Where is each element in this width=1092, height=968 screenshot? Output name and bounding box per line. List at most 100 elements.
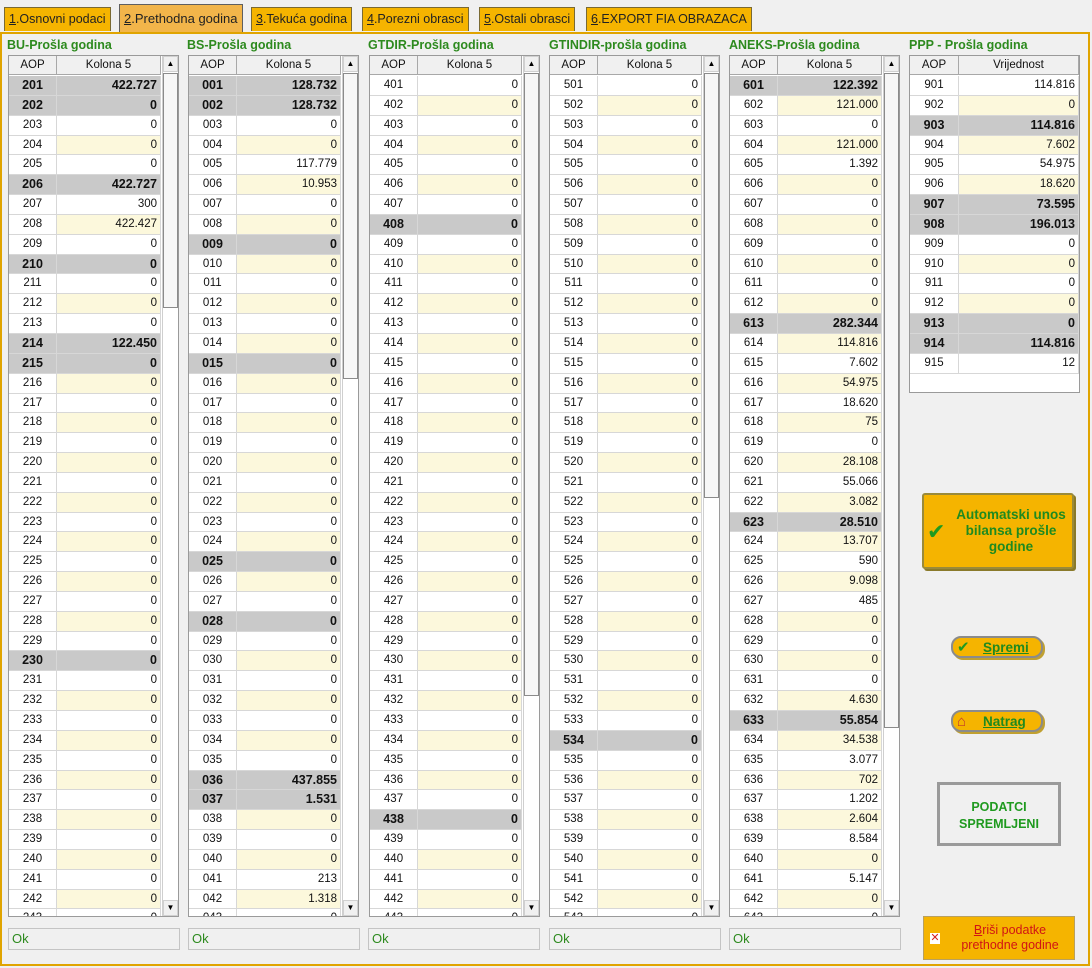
scroll-down-arrow-icon[interactable]: ▼ bbox=[704, 900, 719, 916]
table-row[interactable]: 014 0 bbox=[189, 333, 341, 354]
table-row[interactable]: 008 0 bbox=[189, 214, 341, 235]
value-cell[interactable]: 0 bbox=[418, 869, 522, 890]
table-row[interactable]: 407 0 bbox=[370, 195, 522, 215]
grid-aneks[interactable]: AOP Kolona 5 601 122.392 602 121.000 603 0 604 12… bbox=[729, 55, 900, 917]
table-row[interactable]: 430 0 bbox=[370, 651, 522, 672]
table-row[interactable]: 502 0 bbox=[550, 95, 702, 116]
value-cell[interactable]: 0 bbox=[237, 393, 341, 414]
value-cell[interactable]: 0 bbox=[418, 195, 522, 215]
table-row[interactable]: 023 0 bbox=[189, 512, 341, 533]
value-cell[interactable]: 0 bbox=[418, 532, 522, 553]
value-cell[interactable]: 0 bbox=[418, 214, 522, 235]
table-row[interactable]: 621 55.066 bbox=[730, 472, 882, 493]
value-cell[interactable]: 0 bbox=[778, 115, 882, 136]
value-cell[interactable]: 121.000 bbox=[778, 95, 882, 116]
value-cell[interactable]: 0 bbox=[598, 691, 702, 711]
table-row[interactable]: 510 0 bbox=[550, 254, 702, 275]
table-row[interactable]: 640 0 bbox=[730, 849, 882, 870]
grid-gtindir[interactable]: AOP Kolona 5 501 0 502 0 503 0 504 0 505 0 506 0 507 0 5… bbox=[549, 55, 720, 917]
value-cell[interactable]: 0 bbox=[237, 314, 341, 334]
table-row[interactable]: 440 0 bbox=[370, 849, 522, 870]
table-row[interactable]: 232 0 bbox=[9, 691, 161, 711]
value-cell[interactable]: 0 bbox=[598, 909, 702, 916]
value-cell[interactable]: 0 bbox=[57, 730, 161, 751]
table-row[interactable]: 634 34.538 bbox=[730, 730, 882, 751]
table-row[interactable]: 237 0 bbox=[9, 790, 161, 811]
table-row[interactable]: 005 117.779 bbox=[189, 155, 341, 176]
delete-previous-year-button[interactable]: ✕ Briši podatke prethodne godine bbox=[923, 916, 1075, 960]
table-row[interactable]: 422 0 bbox=[370, 492, 522, 513]
table-row[interactable]: 604 121.000 bbox=[730, 135, 882, 156]
table-row[interactable]: 030 0 bbox=[189, 651, 341, 672]
value-cell[interactable]: 114.816 bbox=[778, 333, 882, 354]
value-cell[interactable]: 0 bbox=[57, 492, 161, 513]
table-row[interactable]: 438 0 bbox=[370, 810, 522, 831]
table-row[interactable]: 022 0 bbox=[189, 492, 341, 513]
value-cell[interactable]: 0 bbox=[237, 572, 341, 592]
table-row[interactable]: 217 0 bbox=[9, 393, 161, 414]
table-row[interactable]: 619 0 bbox=[730, 433, 882, 454]
value-cell[interactable]: 0 bbox=[778, 214, 882, 235]
column-header-value[interactable]: Kolona 5 bbox=[778, 56, 882, 74]
table-row[interactable]: 016 0 bbox=[189, 373, 341, 394]
scroll-thumb[interactable] bbox=[343, 73, 358, 379]
table-row[interactable]: 424 0 bbox=[370, 532, 522, 553]
table-row[interactable]: 903 114.816 bbox=[910, 115, 1079, 136]
table-row[interactable]: 235 0 bbox=[9, 750, 161, 771]
scroll-up-arrow-icon[interactable]: ▲ bbox=[884, 56, 899, 72]
table-row[interactable]: 0430 bbox=[189, 909, 341, 916]
table-row[interactable]: 002 128.732 bbox=[189, 95, 341, 116]
table-row[interactable]: 019 0 bbox=[189, 433, 341, 454]
value-cell[interactable]: 0 bbox=[418, 591, 522, 612]
value-cell[interactable]: 0 bbox=[237, 492, 341, 513]
value-cell[interactable]: 1.318 bbox=[237, 889, 341, 910]
table-row[interactable]: 435 0 bbox=[370, 750, 522, 771]
value-cell[interactable]: 0 bbox=[598, 135, 702, 156]
table-row[interactable]: 238 0 bbox=[9, 810, 161, 831]
value-cell[interactable]: 1.531 bbox=[237, 790, 341, 811]
table-row[interactable]: 531 0 bbox=[550, 671, 702, 692]
auto-import-button[interactable]: ✔ Automatski unos bilansa prošle godine bbox=[922, 493, 1074, 569]
value-cell[interactable]: 0 bbox=[418, 294, 522, 315]
table-row[interactable]: 905 54.975 bbox=[910, 155, 1079, 176]
value-cell[interactable]: 0 bbox=[598, 175, 702, 196]
value-cell[interactable]: 0 bbox=[418, 512, 522, 533]
table-row[interactable]: 627 485 bbox=[730, 591, 882, 612]
value-cell[interactable]: 0 bbox=[598, 750, 702, 771]
value-cell[interactable]: 54.975 bbox=[959, 155, 1079, 176]
value-cell[interactable]: 0 bbox=[237, 115, 341, 136]
table-row[interactable]: 405 0 bbox=[370, 155, 522, 176]
value-cell[interactable]: 0 bbox=[418, 175, 522, 196]
table-row[interactable]: 529 0 bbox=[550, 631, 702, 652]
table-row[interactable]: 910 0 bbox=[910, 254, 1079, 275]
value-cell[interactable]: 0 bbox=[418, 155, 522, 176]
value-cell[interactable]: 0 bbox=[57, 373, 161, 394]
table-row[interactable]: 215 0 bbox=[9, 353, 161, 374]
table-row[interactable]: 010 0 bbox=[189, 254, 341, 275]
table-row[interactable]: 504 0 bbox=[550, 135, 702, 156]
value-cell[interactable]: 0 bbox=[237, 333, 341, 354]
value-cell[interactable]: 0 bbox=[418, 433, 522, 454]
table-row[interactable]: 608 0 bbox=[730, 214, 882, 235]
table-row[interactable]: 915 12 bbox=[910, 353, 1079, 374]
value-cell[interactable]: 18.620 bbox=[959, 175, 1079, 196]
value-cell[interactable]: 0 bbox=[778, 889, 882, 910]
table-row[interactable]: 633 55.854 bbox=[730, 711, 882, 731]
table-row[interactable]: 205 0 bbox=[9, 155, 161, 176]
value-cell[interactable]: 75 bbox=[778, 413, 882, 434]
table-row[interactable]: 524 0 bbox=[550, 532, 702, 553]
value-cell[interactable]: 0 bbox=[598, 830, 702, 850]
value-cell[interactable]: 0 bbox=[237, 611, 341, 632]
scroll-down-arrow-icon[interactable]: ▼ bbox=[884, 900, 899, 916]
column-header-value[interactable]: Kolona 5 bbox=[237, 56, 341, 74]
table-row[interactable]: 612 0 bbox=[730, 294, 882, 315]
value-cell[interactable]: 0 bbox=[418, 234, 522, 255]
table-row[interactable]: 614 114.816 bbox=[730, 333, 882, 354]
table-row[interactable]: 909 0 bbox=[910, 234, 1079, 255]
value-cell[interactable]: 0 bbox=[598, 770, 702, 791]
value-cell[interactable]: 437.855 bbox=[237, 770, 341, 791]
column-header-aop[interactable]: AOP bbox=[730, 56, 778, 74]
value-cell[interactable]: 0 bbox=[959, 314, 1079, 334]
table-row[interactable]: 642 0 bbox=[730, 889, 882, 910]
table-row[interactable]: 520 0 bbox=[550, 453, 702, 473]
